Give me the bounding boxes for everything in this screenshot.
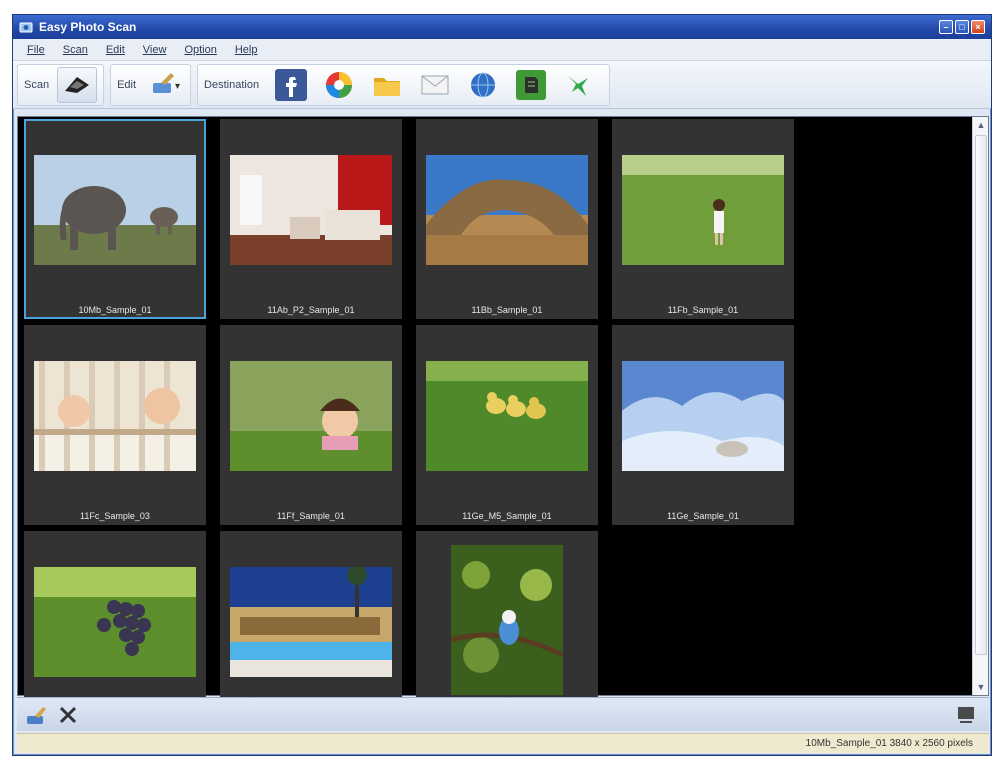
thumbnail-caption: 10Mb_Sample_01 bbox=[78, 305, 152, 315]
thumbnail-caption: 11Ff_Sample_01 bbox=[277, 511, 345, 521]
menu-option[interactable]: Option bbox=[184, 44, 216, 56]
thumbnail-caption: 11Ge_M5_Sample_01 bbox=[462, 511, 552, 521]
kingfisher-photo bbox=[451, 545, 563, 695]
app-icon bbox=[19, 20, 33, 34]
thumbnail-caption: 11Fb_Sample_01 bbox=[667, 305, 739, 315]
scan-label: Scan bbox=[24, 78, 50, 91]
scroll-thumb[interactable] bbox=[975, 135, 987, 655]
grid-icon bbox=[958, 706, 974, 723]
maximize-button[interactable]: □ bbox=[955, 20, 969, 34]
edit-button[interactable]: ▾ bbox=[144, 67, 184, 103]
hummingbird-icon[interactable] bbox=[561, 67, 597, 103]
ducklings-photo bbox=[426, 361, 588, 471]
thumbnail-item[interactable] bbox=[220, 531, 402, 697]
close-icon bbox=[59, 706, 77, 723]
hotel-pool-photo bbox=[230, 567, 392, 677]
thumbnail-item[interactable]: 11Bb_Sample_01 bbox=[416, 119, 598, 319]
edit-tool-button[interactable] bbox=[23, 701, 53, 729]
brush-icon bbox=[27, 706, 46, 724]
menu-scan[interactable]: Scan bbox=[63, 44, 88, 56]
thumbnail-caption: 11Fc_Sample_03 bbox=[80, 511, 150, 521]
thumbnail-item[interactable]: 11Ge_M5_Sample_01 bbox=[416, 325, 598, 525]
mail-icon[interactable] bbox=[417, 67, 453, 103]
menu-edit[interactable]: Edit bbox=[106, 44, 125, 56]
menu-help[interactable]: Help bbox=[235, 44, 258, 56]
window-title: Easy Photo Scan bbox=[39, 20, 137, 34]
svg-text:▾: ▾ bbox=[175, 81, 180, 92]
scan-button[interactable] bbox=[57, 66, 98, 103]
picasa-icon[interactable] bbox=[321, 67, 357, 103]
thumbnail-item[interactable]: 11Ge_Sample_01 bbox=[612, 325, 794, 525]
minimize-button[interactable]: – bbox=[939, 20, 953, 34]
elephants-photo bbox=[34, 155, 196, 265]
scanner-icon bbox=[65, 76, 90, 93]
vertical-scrollbar[interactable]: ▲ ▼ bbox=[972, 117, 988, 695]
menu-bar: File Scan Edit View Option Help bbox=[13, 39, 991, 61]
thumbnail-item[interactable]: 11Fc_Sample_03 bbox=[24, 325, 206, 525]
brush-icon: ▾ bbox=[153, 72, 180, 93]
app-window: Easy Photo Scan – □ × File Scan Edit Vie… bbox=[12, 14, 992, 756]
babies-in-crib-photo bbox=[34, 361, 196, 471]
thumbnail-view: 10Mb_Sample_01 11Ab_P2_Sample_01 11Bb_Samp… bbox=[17, 116, 989, 697]
destination-group: Destination bbox=[197, 63, 611, 106]
toolbar: Scan Edit ▾ Destination bbox=[13, 61, 991, 109]
thumbnail-item[interactable]: 11Ab_P2_Sample_01 bbox=[220, 119, 402, 319]
menu-view[interactable]: View bbox=[143, 44, 167, 56]
globe-icon[interactable] bbox=[465, 67, 501, 103]
menu-file[interactable]: File bbox=[27, 44, 45, 56]
status-text: 10Mb_Sample_01 3840 x 2560 pixels bbox=[805, 738, 973, 749]
title-bar: Easy Photo Scan – □ × bbox=[13, 15, 991, 39]
edit-label: Edit bbox=[117, 78, 137, 91]
bottom-toolbar bbox=[17, 697, 989, 731]
seal-on-ice-photo bbox=[622, 361, 784, 471]
thumbnail-item[interactable] bbox=[24, 531, 206, 697]
edit-group: Edit ▾ bbox=[110, 63, 192, 106]
facebook-icon[interactable] bbox=[273, 67, 309, 103]
grapes-photo bbox=[34, 567, 196, 677]
thumbnail-item[interactable]: 11Ff_Sample_01 bbox=[220, 325, 402, 525]
thumbnail-item[interactable]: 11Fb_Sample_01 bbox=[612, 119, 794, 319]
delete-button[interactable] bbox=[53, 701, 83, 729]
girl-on-grass-photo bbox=[622, 155, 784, 265]
scan-group: Scan bbox=[17, 63, 105, 106]
thumbnail-caption: 11Ab_P2_Sample_01 bbox=[267, 305, 355, 315]
folder-icon[interactable] bbox=[369, 67, 405, 103]
girl-in-grass-photo bbox=[230, 361, 392, 471]
evernote-icon[interactable] bbox=[513, 67, 549, 103]
thumbnail-item[interactable]: 10Mb_Sample_01 bbox=[24, 119, 206, 319]
thumbnail-caption: 11Bb_Sample_01 bbox=[471, 305, 543, 315]
scroll-up-arrow[interactable]: ▲ bbox=[973, 117, 989, 133]
close-button[interactable]: × bbox=[971, 20, 985, 34]
bedroom-photo bbox=[230, 155, 392, 265]
thumbnail-item[interactable] bbox=[416, 531, 598, 697]
scroll-down-arrow[interactable]: ▼ bbox=[973, 679, 989, 695]
destination-label: Destination bbox=[204, 78, 260, 91]
view-mode-button[interactable] bbox=[951, 701, 981, 729]
status-bar: 10Mb_Sample_01 3840 x 2560 pixels bbox=[17, 733, 989, 753]
rock-arch-photo bbox=[426, 155, 588, 265]
thumbnail-caption: 11Ge_Sample_01 bbox=[667, 511, 739, 521]
